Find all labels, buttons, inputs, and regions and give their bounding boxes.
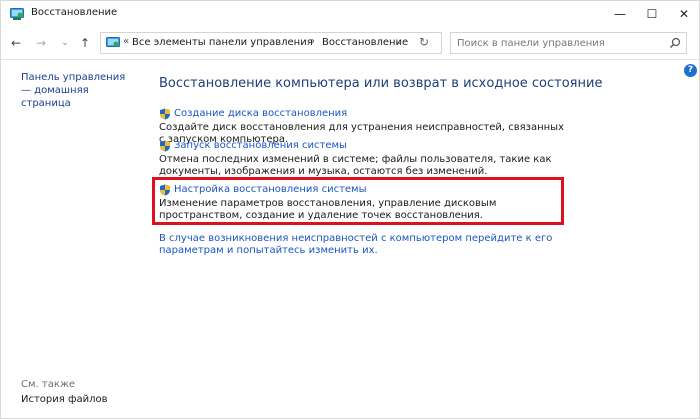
address-bar[interactable]: « Все элементы панели управления › Восст… (100, 32, 442, 54)
maximize-button[interactable]: ☐ (637, 1, 667, 27)
search-box[interactable] (450, 32, 687, 54)
create-recovery-drive-link[interactable]: Создание диска восстановления (159, 107, 569, 120)
address-dropdown-icon[interactable]: ⌄ (395, 36, 403, 47)
back-button[interactable]: ← (6, 33, 26, 53)
control-panel-home-link[interactable]: Панель управления — домашняя страница (21, 71, 131, 110)
forward-button[interactable]: → (31, 33, 51, 53)
minimize-button[interactable]: — (605, 1, 635, 27)
toolbar-divider (1, 59, 699, 60)
root-separator-icon[interactable]: « (123, 36, 129, 47)
see-also-heading: См. также (21, 379, 76, 390)
uac-shield-icon (160, 108, 170, 119)
search-input[interactable] (457, 36, 657, 50)
task-link-label[interactable]: Запуск восстановления системы (174, 140, 347, 151)
task-run-system-restore: Запуск восстановления системы Отмена пос… (159, 139, 569, 178)
close-button[interactable]: ✕ (669, 1, 699, 27)
highlight-frame (152, 177, 564, 225)
run-system-restore-link[interactable]: Запуск восстановления системы (159, 139, 569, 152)
task-link-label[interactable]: Создание диска восстановления (174, 108, 347, 119)
control-panel-icon (106, 37, 120, 47)
window-title: Восстановление (31, 7, 118, 18)
up-button[interactable]: ↑ (75, 33, 95, 53)
help-icon[interactable]: ? (684, 64, 697, 77)
navigation-bar: ← → ⌄ ↑ « Все элементы панели управления… (1, 29, 699, 57)
control-panel-window: Восстановление — ☐ ✕ ← → ⌄ ↑ « Все элеме… (0, 0, 700, 419)
page-title: Восстановление компьютера или возврат в … (159, 76, 603, 91)
task-description: Отмена последних изменений в системе; фа… (159, 154, 552, 177)
breadcrumb-separator-icon[interactable]: › (311, 36, 315, 47)
title-bar: Восстановление — ☐ ✕ (1, 1, 699, 27)
recovery-app-icon (10, 8, 24, 20)
file-history-link[interactable]: История файлов (21, 394, 108, 405)
search-icon[interactable] (669, 37, 681, 49)
breadcrumb-all-items[interactable]: Все элементы панели управления (132, 37, 313, 48)
uac-shield-icon (160, 140, 170, 151)
reset-pc-settings-link[interactable]: В случае возникновения неисправностей с … (159, 233, 569, 257)
history-dropdown-icon[interactable]: ⌄ (55, 33, 75, 53)
refresh-icon[interactable]: ↻ (419, 35, 429, 49)
